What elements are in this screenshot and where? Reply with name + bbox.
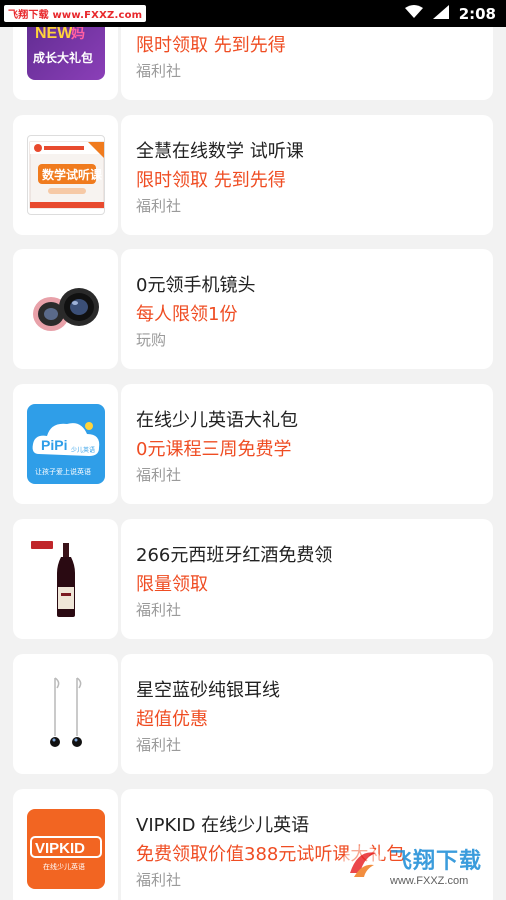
offer-thumbnail[interactable] <box>13 519 118 639</box>
earrings-icon <box>27 674 105 754</box>
watermark-title: 飞翔下载 <box>390 849 483 874</box>
offer-thumbnail[interactable]: VIPKID 在线少儿英语 <box>13 789 118 900</box>
offer-promo: 每人限领1份 <box>136 304 238 325</box>
offer-details[interactable]: 全慧在线数学 试听课 限时领取 先到先得 福利社 <box>121 115 493 235</box>
offer-thumbnail[interactable] <box>13 654 118 774</box>
offer-promo: 限时领取 先到先得 <box>136 35 286 56</box>
vipkid-logo-icon: VIPKID 在线少儿英语 <box>26 809 105 889</box>
svg-text:数学试听课: 数学试听课 <box>42 167 103 182</box>
svg-text:在线少儿英语: 在线少儿英语 <box>43 862 85 871</box>
offer-details[interactable]: 0元领手机镜头 每人限领1份 玩购 <box>121 249 493 369</box>
camera-lens-icon <box>27 269 105 349</box>
offer-source: 福利社 <box>136 466 182 484</box>
svg-text:PiPi: PiPi <box>41 437 67 453</box>
offer-title: VIPKID 在线少儿英语 <box>136 815 310 836</box>
offer-promo: 超值优惠 <box>136 709 208 730</box>
offer-title: 0元领手机镜头 <box>136 275 256 296</box>
offer-card[interactable]: 星空蓝砂纯银耳线 超值优惠 福利社 <box>13 654 493 774</box>
offer-source: 福利社 <box>136 197 182 215</box>
wine-bottle-icon <box>27 539 105 619</box>
site-watermark: 飞翔下载 www.FXXZ.com <box>340 840 500 890</box>
offer-source: 福利社 <box>136 62 182 80</box>
offer-source: 福利社 <box>136 736 182 754</box>
signal-icon <box>432 4 449 23</box>
offer-promo: 限量领取 <box>136 574 208 595</box>
offer-promo: 0元课程三周免费学 <box>136 439 292 460</box>
offer-thumbnail[interactable]: 数学试听课 <box>13 115 118 235</box>
offer-source: 福利社 <box>136 871 182 889</box>
offer-details[interactable]: 在线少儿英语大礼包 0元课程三周免费学 福利社 <box>121 384 493 504</box>
wifi-icon <box>404 4 423 23</box>
svg-text:VIPKID: VIPKID <box>35 840 85 857</box>
clock: 2:08 <box>458 4 496 23</box>
offer-source: 玩购 <box>136 331 167 349</box>
offer-thumbnail[interactable]: PiPi 少儿英语 让孩子爱上说英语 <box>13 384 118 504</box>
offer-title: 星空蓝砂纯银耳线 <box>136 680 280 701</box>
offer-thumbnail[interactable] <box>13 249 118 369</box>
svg-text:让孩子爱上说英语: 让孩子爱上说英语 <box>35 467 91 476</box>
watermark-logo-icon <box>342 845 382 885</box>
offer-title: 在线少儿英语大礼包 <box>136 410 298 431</box>
offer-card[interactable]: 数学试听课 全慧在线数学 试听课 限时领取 先到先得 福利社 <box>13 115 493 235</box>
status-watermark: 飞翔下载 www.FXXZ.com <box>4 5 147 22</box>
math-trial-icon: 数学试听课 <box>26 135 105 215</box>
svg-text:NEW: NEW <box>35 25 73 42</box>
status-bar: 飞翔下载 www.FXXZ.com 2:08 <box>0 0 506 27</box>
offer-details[interactable]: 266元西班牙红酒免费领 限量领取 福利社 <box>121 519 493 639</box>
svg-text:妈: 妈 <box>71 25 85 41</box>
offer-card[interactable]: PiPi 少儿英语 让孩子爱上说英语 在线少儿英语大礼包 0元课程三周免费学 福… <box>13 384 493 504</box>
pipi-english-icon: PiPi 少儿英语 让孩子爱上说英语 <box>26 404 105 484</box>
offer-card[interactable]: 266元西班牙红酒免费领 限量领取 福利社 <box>13 519 493 639</box>
offer-title: 全慧在线数学 试听课 <box>136 141 304 162</box>
offer-title: 266元西班牙红酒免费领 <box>136 545 333 566</box>
svg-text:少儿英语: 少儿英语 <box>71 446 95 454</box>
offer-promo: 限时领取 先到先得 <box>136 170 286 191</box>
watermark-url: www.FXXZ.com <box>390 875 469 887</box>
svg-text:成长大礼包: 成长大礼包 <box>33 50 93 65</box>
offer-details[interactable]: 星空蓝砂纯银耳线 超值优惠 福利社 <box>121 654 493 774</box>
offer-source: 福利社 <box>136 601 182 619</box>
offer-card[interactable]: 0元领手机镜头 每人限领1份 玩购 <box>13 249 493 369</box>
